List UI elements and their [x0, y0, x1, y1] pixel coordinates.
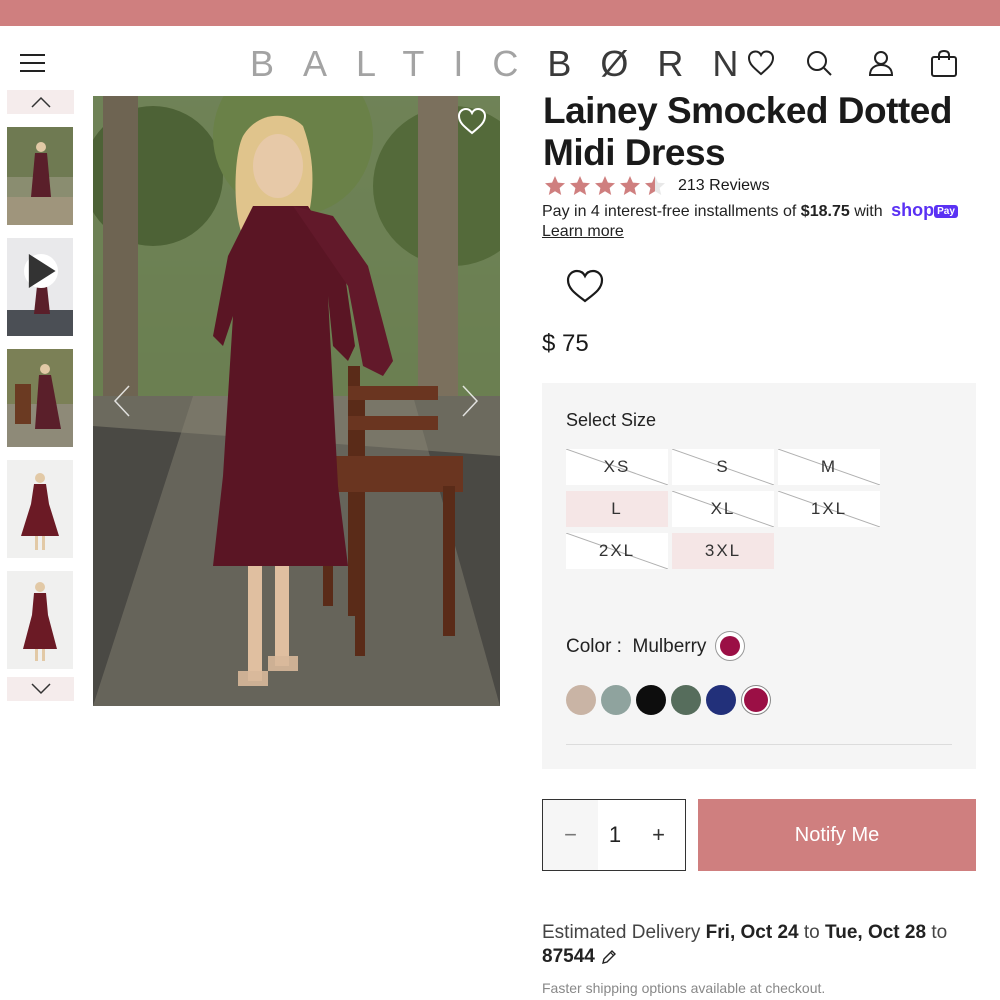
- color-swatch-mulberry[interactable]: [741, 685, 771, 715]
- delivery-to-word-2: to: [931, 922, 948, 943]
- size-option-xl[interactable]: XL: [672, 491, 774, 527]
- learn-more-link[interactable]: Learn more: [542, 223, 624, 241]
- size-option-l[interactable]: L: [566, 491, 668, 527]
- promo-bar: [0, 0, 1000, 26]
- qty-increase-button[interactable]: +: [632, 800, 685, 870]
- color-swatch-green[interactable]: [671, 685, 701, 715]
- selected-color-indicator: [715, 631, 745, 661]
- image-heart-icon[interactable]: [456, 106, 488, 136]
- thumbnail-gallery: [7, 90, 74, 701]
- select-size-label: Select Size: [566, 410, 657, 430]
- star-icon: [620, 176, 640, 195]
- star-icon: [595, 176, 615, 195]
- zip-code: 87544: [542, 946, 595, 967]
- qty-value[interactable]: 1: [598, 822, 632, 848]
- color-label: Color : Mulberry: [566, 636, 706, 658]
- size-option-3xl[interactable]: 3XL: [672, 533, 774, 569]
- estimated-delivery: Estimated Delivery Fri, Oct 24 to Tue, O…: [542, 921, 982, 945]
- thumbnail-5[interactable]: [7, 571, 73, 669]
- color-swatch-black[interactable]: [636, 685, 666, 715]
- menu-icon[interactable]: [20, 54, 45, 72]
- product-title: Lainey Smocked Dotted Midi Dress: [543, 90, 952, 173]
- chevron-right-icon[interactable]: [457, 384, 481, 418]
- color-swatch-tan[interactable]: [566, 685, 596, 715]
- logo-text-dark: BØRN: [547, 43, 768, 84]
- play-icon: [28, 254, 56, 288]
- review-count-link[interactable]: 213 Reviews: [678, 177, 770, 195]
- size-option-2xl[interactable]: 2XL: [566, 533, 668, 569]
- thumbnail-image: [7, 571, 73, 669]
- selected-color-dot: [720, 636, 740, 656]
- thumbnail-image: [7, 460, 73, 558]
- notify-me-button[interactable]: Notify Me: [698, 799, 976, 871]
- qty-decrease-button[interactable]: −: [543, 800, 598, 870]
- thumbnail-image: [7, 127, 73, 225]
- size-label: L: [611, 499, 623, 518]
- color-swatch-navy[interactable]: [706, 685, 736, 715]
- color-swatches: [566, 685, 776, 715]
- divider: [566, 744, 952, 745]
- thumb-up-button[interactable]: [7, 90, 74, 114]
- delivery-to-word: to: [803, 922, 820, 943]
- size-label: S: [716, 457, 730, 476]
- wishlist-heart-icon[interactable]: [565, 268, 605, 304]
- play-button[interactable]: [24, 254, 58, 288]
- account-icon[interactable]: [866, 48, 896, 78]
- color-swatch-sage[interactable]: [601, 685, 631, 715]
- thumbnail-2[interactable]: [7, 238, 73, 336]
- size-label: 3XL: [704, 541, 742, 560]
- options-panel: Select Size XS S M L XL 1XL 2XL 3XL Color : Mul…: [542, 383, 976, 769]
- installment-info: Pay in 4 interest-free installments of $…: [542, 200, 958, 221]
- thumbnail-image: [7, 349, 73, 447]
- main-product-image[interactable]: [93, 96, 500, 706]
- installment-prefix: Pay in 4 interest-free installments of: [542, 203, 797, 220]
- color-value: Mulberry: [632, 636, 707, 657]
- thumbnail-1[interactable]: [7, 127, 73, 225]
- size-label: 2XL: [598, 541, 636, 560]
- size-option-xs[interactable]: XS: [566, 449, 668, 485]
- thumbnail-3[interactable]: [7, 349, 73, 447]
- delivery-zip: 87544: [542, 945, 617, 969]
- size-label: XL: [710, 499, 736, 518]
- thumb-down-button[interactable]: [7, 677, 74, 701]
- size-label: M: [820, 457, 838, 476]
- bag-icon[interactable]: [929, 48, 959, 78]
- delivery-until: Tue, Oct 28: [825, 922, 927, 943]
- quantity-stepper: − 1 +: [542, 799, 686, 871]
- chevron-up-icon: [30, 96, 51, 108]
- installment-amount: $18.75: [800, 203, 850, 220]
- size-label: 1XL: [810, 499, 848, 518]
- heart-icon[interactable]: [746, 48, 776, 78]
- product-photo: [93, 96, 500, 706]
- installment-suffix: with: [854, 203, 883, 220]
- rating-summary[interactable]: 213 Reviews: [543, 174, 770, 198]
- star-rating: [543, 174, 668, 198]
- delivery-from: Fri, Oct 24: [705, 922, 799, 943]
- color-label-text: Color :: [566, 636, 622, 657]
- half-star-icon: [645, 176, 665, 195]
- chevron-left-icon[interactable]: [111, 384, 135, 418]
- logo-text-light: BALTIC: [250, 43, 548, 84]
- star-icon: [545, 176, 565, 195]
- thumbnail-4[interactable]: [7, 460, 73, 558]
- swatch-fill: [744, 688, 768, 712]
- shipping-note: Faster shipping options available at che…: [542, 980, 826, 996]
- shop-pay-badge: Pay: [934, 205, 958, 218]
- pencil-icon[interactable]: [601, 949, 617, 965]
- size-label: XS: [603, 457, 631, 476]
- brand-logo[interactable]: BALTIC BØRN: [250, 40, 767, 88]
- shop-pay-logo: shop Pay: [891, 200, 958, 220]
- size-option-1xl[interactable]: 1XL: [778, 491, 880, 527]
- shop-pay-brand: shop: [891, 200, 935, 220]
- delivery-prefix: Estimated Delivery: [542, 922, 701, 943]
- size-option-m[interactable]: M: [778, 449, 880, 485]
- size-option-s[interactable]: S: [672, 449, 774, 485]
- product-price: $ 75: [542, 330, 589, 357]
- chevron-down-icon: [30, 683, 51, 695]
- search-icon[interactable]: [804, 48, 834, 78]
- site-header: BALTIC BØRN: [0, 26, 1000, 98]
- star-icon: [570, 176, 590, 195]
